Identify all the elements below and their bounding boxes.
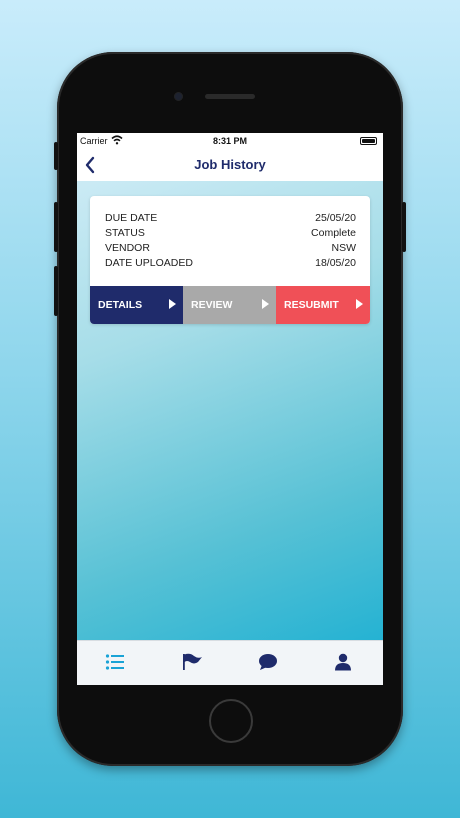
status-bar: Carrier 8:31 PM	[77, 133, 383, 149]
play-arrow-icon	[169, 299, 176, 309]
row-label: DUE DATE	[105, 212, 158, 224]
row-label: STATUS	[105, 227, 145, 239]
job-row-date-uploaded: DATE UPLOADED 18/05/20	[105, 257, 356, 272]
details-button[interactable]: DETAILS	[90, 286, 183, 324]
resubmit-label: RESUBMIT	[284, 299, 339, 311]
play-arrow-icon	[356, 299, 363, 309]
volume-down-button	[54, 266, 58, 316]
navigation-bar: Job History	[77, 149, 383, 181]
row-value: Complete	[311, 227, 356, 239]
details-label: DETAILS	[98, 299, 143, 311]
job-row-vendor: VENDOR NSW	[105, 242, 356, 257]
row-value: NSW	[331, 242, 357, 254]
flag-icon	[183, 653, 202, 670]
page-title: Job History	[194, 157, 266, 172]
tab-profile[interactable]	[306, 641, 382, 685]
review-button[interactable]: REVIEW	[183, 286, 276, 324]
job-row-due-date: DUE DATE 25/05/20	[105, 212, 356, 227]
play-arrow-icon	[262, 299, 269, 309]
job-card-actions: DETAILS REVIEW RESUBMIT	[90, 286, 370, 324]
front-camera	[174, 92, 183, 101]
tab-job-list[interactable]	[77, 641, 153, 685]
row-value: 18/05/20	[315, 257, 356, 269]
list-icon	[105, 654, 124, 670]
row-label: VENDOR	[105, 242, 150, 254]
mute-switch	[54, 142, 58, 170]
status-time: 8:31 PM	[212, 136, 247, 146]
battery-icon	[360, 137, 377, 145]
home-button[interactable]	[209, 699, 253, 743]
power-button	[402, 202, 406, 252]
tab-messages[interactable]	[230, 641, 306, 685]
app-screen: Carrier 8:31 PM Job History DUE DATE 25/…	[77, 133, 383, 685]
job-row-status: STATUS Complete	[105, 227, 356, 242]
review-label: REVIEW	[191, 299, 233, 311]
user-icon	[335, 653, 351, 671]
resubmit-button[interactable]: RESUBMIT	[276, 286, 370, 324]
tab-flag[interactable]	[153, 641, 229, 685]
volume-up-button	[54, 202, 58, 252]
row-value: 25/05/20	[315, 212, 356, 224]
tab-bar	[77, 640, 383, 685]
job-card: DUE DATE 25/05/20 STATUS Complete VENDOR…	[90, 196, 370, 324]
chat-icon	[259, 654, 277, 670]
earpiece-speaker	[205, 94, 255, 99]
row-label: DATE UPLOADED	[105, 257, 193, 269]
